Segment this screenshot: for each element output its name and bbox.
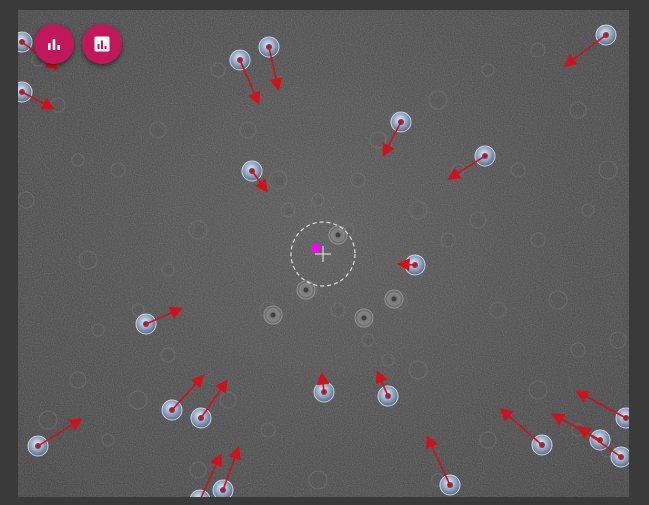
vector-origin — [19, 39, 25, 45]
microscopy-image-canvas[interactable] — [18, 10, 629, 497]
vector-origin — [398, 119, 404, 125]
particle-overlay — [18, 10, 629, 497]
vector-origin — [482, 153, 488, 159]
vector-origin — [266, 44, 272, 50]
vector-origin — [249, 168, 255, 174]
particle — [354, 308, 374, 328]
analytics-report-button[interactable] — [82, 24, 122, 64]
particle — [384, 289, 404, 309]
vector-origin — [169, 407, 175, 413]
particle — [263, 305, 283, 325]
vector-origin — [220, 487, 226, 493]
vector-origin — [35, 443, 41, 449]
vector-origin — [321, 389, 327, 395]
vector-origin — [19, 89, 25, 95]
particle — [296, 280, 316, 300]
vector-origin — [237, 57, 243, 63]
vector-origin — [623, 415, 629, 421]
image-viewer — [0, 0, 649, 505]
vector-origin — [198, 415, 204, 421]
vector-origin — [447, 482, 453, 488]
analytics-report-icon — [94, 36, 110, 52]
vector-origin — [143, 321, 149, 327]
target-marker — [311, 243, 321, 253]
vector-origin — [539, 442, 545, 448]
vector-origin — [385, 393, 391, 399]
vector-origin — [603, 32, 609, 38]
particle — [328, 225, 348, 245]
vector-origin — [412, 262, 418, 268]
bar-chart-icon — [48, 39, 60, 50]
motion-vector — [396, 258, 416, 272]
bar-chart-button[interactable] — [34, 24, 74, 64]
vector-origin — [618, 454, 624, 460]
